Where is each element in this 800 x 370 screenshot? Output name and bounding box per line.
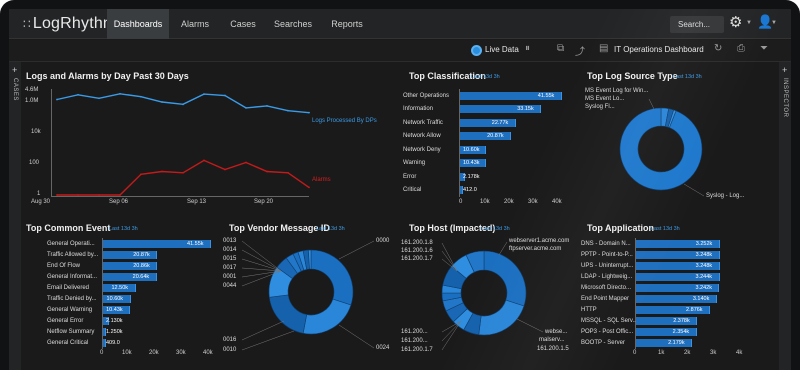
bar-category-label: PPTP - Point-to-P... xyxy=(581,251,633,258)
leader-line xyxy=(441,320,462,342)
top-application-subtitle: Last 13d 3h xyxy=(651,226,680,232)
bar-category-label: HTTP xyxy=(581,307,597,314)
x-tick-label: 3k xyxy=(710,350,717,356)
bar-value-label: 3.244k xyxy=(695,273,713,280)
bar-category-label: End Point Mapper xyxy=(581,296,630,303)
leader-line xyxy=(441,242,458,272)
bar-value-label: 2.378k xyxy=(673,318,690,325)
bar-value-label: 2.179k xyxy=(668,340,685,347)
x-tick-label: 0 xyxy=(633,350,637,356)
leader-line xyxy=(441,320,462,351)
x-tick-label: 2k xyxy=(684,350,691,356)
top-application-title: Top Application xyxy=(587,223,654,233)
leader-line xyxy=(498,241,508,256)
bar-category-label: Microsoft Directo... xyxy=(581,284,632,291)
bar-category-label: LDAP - Lightweig... xyxy=(581,273,633,280)
bar-value-label: 3.248k xyxy=(695,251,713,258)
bar-value-label: 3.252k xyxy=(695,240,713,247)
donut-slice xyxy=(478,299,525,336)
app-screen: ∷ LogRhythm Dashboards Alarms Cases Searc… xyxy=(9,9,791,370)
bar-value-label: 3.140k xyxy=(692,296,710,303)
bar-value-label: 2.354k xyxy=(672,329,690,336)
leader-line xyxy=(441,320,462,333)
leader-line xyxy=(516,318,544,333)
bar-value-label: 2.876k xyxy=(686,307,703,314)
bar-category-label: BOOTP - Server xyxy=(581,340,625,347)
x-tick-label: 4k xyxy=(736,350,743,356)
donut-slice xyxy=(483,250,527,307)
bar-category-label: MSSQL - SQL Serv... xyxy=(581,318,638,325)
bar-category-label: POP3 - Post Offic... xyxy=(581,329,634,336)
bar-category-label: DNS - Domain N... xyxy=(581,240,631,247)
x-tick-label: 1k xyxy=(658,350,665,356)
bar-value-label: 3.242k xyxy=(695,284,712,291)
bar-category-label: UPS - Uninterrupt... xyxy=(581,262,634,269)
top-host-donut xyxy=(441,241,544,351)
bar-value-label: 3.248k xyxy=(695,262,713,269)
